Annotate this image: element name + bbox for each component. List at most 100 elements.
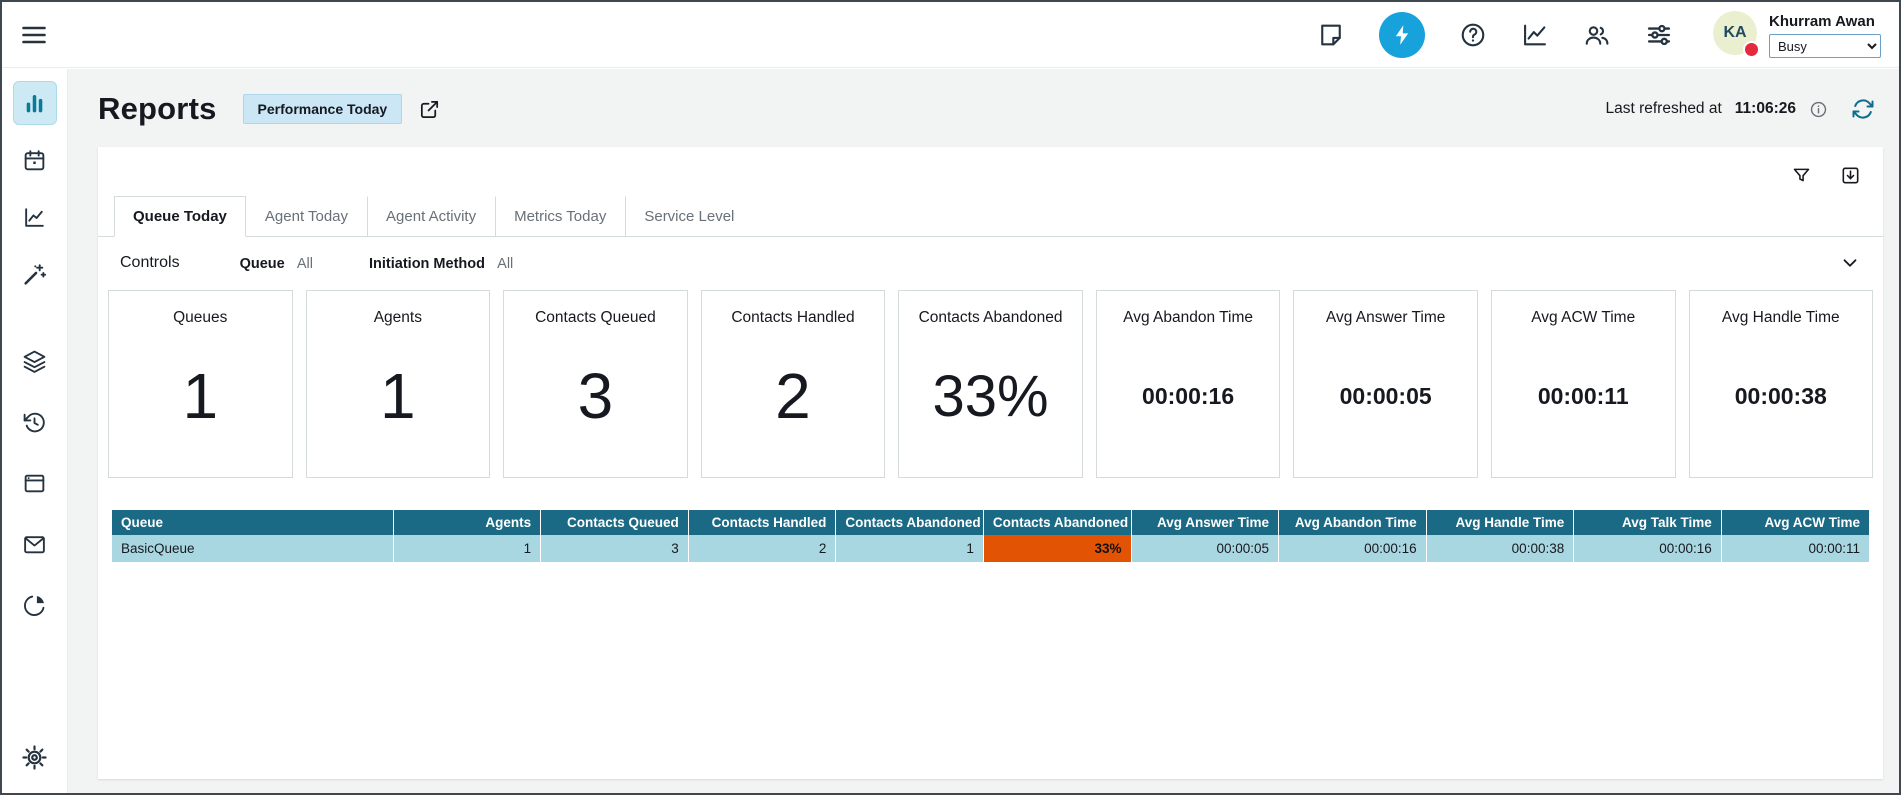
gear-icon bbox=[22, 745, 47, 770]
metric-card-contacts-handled: Contacts Handled 2 bbox=[701, 290, 886, 478]
info-icon[interactable] bbox=[1809, 100, 1828, 119]
report-tabs: Queue Today Agent Today Agent Activity M… bbox=[98, 190, 1883, 237]
column-header-contacts-abandoned-pct[interactable]: Contacts Abandoned % bbox=[983, 510, 1131, 535]
menu-icon[interactable] bbox=[20, 21, 48, 49]
controls-bar: Controls Queue All Initiation Method All bbox=[98, 237, 1883, 284]
metric-value: 00:00:05 bbox=[1340, 327, 1432, 477]
report-card: Queue Today Agent Today Agent Activity M… bbox=[98, 147, 1883, 779]
tab-service-level[interactable]: Service Level bbox=[625, 196, 753, 236]
column-header-avg-acw-time[interactable]: Avg ACW Time bbox=[1721, 510, 1869, 535]
column-header-contacts-abandoned[interactable]: Contacts Abandoned bbox=[836, 510, 984, 535]
metrics-icon[interactable] bbox=[1521, 21, 1549, 49]
sidebar-item-settings[interactable] bbox=[13, 735, 57, 779]
metric-value: 00:00:11 bbox=[1538, 327, 1629, 477]
queue-filter-value: All bbox=[297, 256, 313, 272]
sidebar-item-layers[interactable] bbox=[13, 339, 57, 383]
mail-icon bbox=[22, 532, 47, 557]
report-name-badge[interactable]: Performance Today bbox=[243, 94, 403, 124]
metric-card-avg-answer-time: Avg Answer Time 00:00:05 bbox=[1293, 290, 1478, 478]
column-header-contacts-queued[interactable]: Contacts Queued bbox=[541, 510, 689, 535]
cell-avg-acw-time: 00:00:11 bbox=[1721, 535, 1869, 562]
top-bar: KA Khurram Awan Busy bbox=[2, 2, 1899, 68]
metric-label: Contacts Handled bbox=[731, 291, 854, 327]
metric-label: Avg Handle Time bbox=[1722, 291, 1840, 327]
metric-value: 3 bbox=[578, 327, 614, 477]
queue-filter[interactable]: Queue All bbox=[240, 255, 313, 272]
initiation-method-filter[interactable]: Initiation Method All bbox=[369, 255, 513, 272]
column-header-avg-abandon-time[interactable]: Avg Abandon Time bbox=[1279, 510, 1427, 535]
lightning-icon bbox=[1389, 22, 1415, 48]
filter-icon[interactable] bbox=[1791, 165, 1812, 186]
calendar-icon bbox=[22, 148, 47, 173]
cell-agents: 1 bbox=[393, 535, 541, 562]
sidebar-item-calendar[interactable] bbox=[13, 138, 57, 182]
metric-label: Avg ACW Time bbox=[1531, 291, 1635, 327]
sidebar-item-dashboards[interactable] bbox=[13, 583, 57, 627]
bar-chart-icon bbox=[22, 91, 47, 116]
sidebar-item-reports[interactable] bbox=[13, 81, 57, 125]
refresh-icon[interactable] bbox=[1851, 97, 1875, 121]
status-select[interactable]: Busy bbox=[1769, 34, 1881, 58]
column-header-contacts-handled[interactable]: Contacts Handled bbox=[688, 510, 836, 535]
initiation-method-label: Initiation Method bbox=[369, 256, 485, 272]
table-row: BasicQueue 1 3 2 1 33% 00:00:05 00:00:16… bbox=[112, 535, 1869, 562]
avatar[interactable]: KA bbox=[1713, 11, 1757, 55]
metric-label: Avg Answer Time bbox=[1326, 291, 1445, 327]
external-link-icon[interactable] bbox=[418, 98, 441, 121]
column-header-agents[interactable]: Agents bbox=[393, 510, 541, 535]
tab-queue-today[interactable]: Queue Today bbox=[114, 196, 246, 237]
initiation-method-value: All bbox=[497, 256, 513, 272]
column-header-avg-answer-time[interactable]: Avg Answer Time bbox=[1131, 510, 1279, 535]
cell-queue-name: BasicQueue bbox=[112, 535, 393, 562]
metric-label: Contacts Abandoned bbox=[919, 291, 1063, 327]
metric-value: 1 bbox=[182, 327, 218, 477]
sidebar-item-mail[interactable] bbox=[13, 522, 57, 566]
sidebar-item-apps[interactable] bbox=[13, 461, 57, 505]
user-name: Khurram Awan bbox=[1769, 13, 1881, 30]
tab-agent-today[interactable]: Agent Today bbox=[246, 196, 367, 236]
column-header-avg-talk-time[interactable]: Avg Talk Time bbox=[1574, 510, 1722, 535]
avatar-initials: KA bbox=[1723, 24, 1746, 42]
sidebar-item-flows[interactable] bbox=[13, 252, 57, 296]
metric-card-contacts-abandoned: Contacts Abandoned 33% bbox=[898, 290, 1083, 478]
help-icon[interactable] bbox=[1459, 21, 1487, 49]
sidebar-item-history[interactable] bbox=[13, 400, 57, 444]
cell-avg-answer-time: 00:00:05 bbox=[1131, 535, 1279, 562]
wand-icon bbox=[22, 262, 47, 287]
metric-card-avg-acw-time: Avg ACW Time 00:00:11 bbox=[1491, 290, 1676, 478]
notes-icon[interactable] bbox=[1317, 21, 1345, 49]
page-header: Reports Performance Today Last refreshed… bbox=[68, 69, 1899, 143]
quick-actions-button[interactable] bbox=[1379, 12, 1425, 58]
queue-table: Queue Agents Contacts Queued Contacts Ha… bbox=[112, 510, 1869, 562]
column-header-queue[interactable]: Queue bbox=[112, 510, 393, 535]
metric-label: Avg Abandon Time bbox=[1123, 291, 1253, 327]
tab-metrics-today[interactable]: Metrics Today bbox=[495, 196, 625, 236]
user-area: KA Khurram Awan Busy bbox=[1713, 11, 1881, 58]
metric-value: 1 bbox=[380, 327, 416, 477]
sidebar bbox=[2, 69, 68, 793]
refresh-area: Last refreshed at 11:06:26 bbox=[1605, 97, 1875, 121]
chevron-down-icon[interactable] bbox=[1839, 252, 1861, 274]
users-icon[interactable] bbox=[1583, 21, 1611, 49]
status-dot bbox=[1745, 43, 1758, 56]
page-title: Reports bbox=[98, 91, 217, 127]
metric-cards-row: Queues 1 Agents 1 Contacts Queued 3 Cont… bbox=[98, 284, 1883, 488]
download-icon[interactable] bbox=[1840, 165, 1861, 186]
cell-avg-talk-time: 00:00:16 bbox=[1574, 535, 1722, 562]
sidebar-item-metrics[interactable] bbox=[13, 195, 57, 239]
cell-contacts-handled: 2 bbox=[688, 535, 836, 562]
window-icon bbox=[22, 471, 47, 496]
metric-label: Queues bbox=[173, 291, 227, 327]
queue-filter-label: Queue bbox=[240, 256, 285, 272]
sliders-icon[interactable] bbox=[1645, 21, 1673, 49]
layers-icon bbox=[22, 349, 47, 374]
tab-agent-activity[interactable]: Agent Activity bbox=[367, 196, 495, 236]
last-refreshed-label: Last refreshed at bbox=[1605, 100, 1721, 118]
card-toolbar bbox=[98, 147, 1883, 190]
column-header-avg-handle-time[interactable]: Avg Handle Time bbox=[1426, 510, 1574, 535]
controls-title: Controls bbox=[120, 254, 180, 272]
history-icon bbox=[22, 410, 47, 435]
pie-chart-icon bbox=[22, 593, 47, 618]
cell-contacts-abandoned-pct: 33% bbox=[983, 535, 1131, 562]
metric-value: 00:00:16 bbox=[1142, 327, 1234, 477]
